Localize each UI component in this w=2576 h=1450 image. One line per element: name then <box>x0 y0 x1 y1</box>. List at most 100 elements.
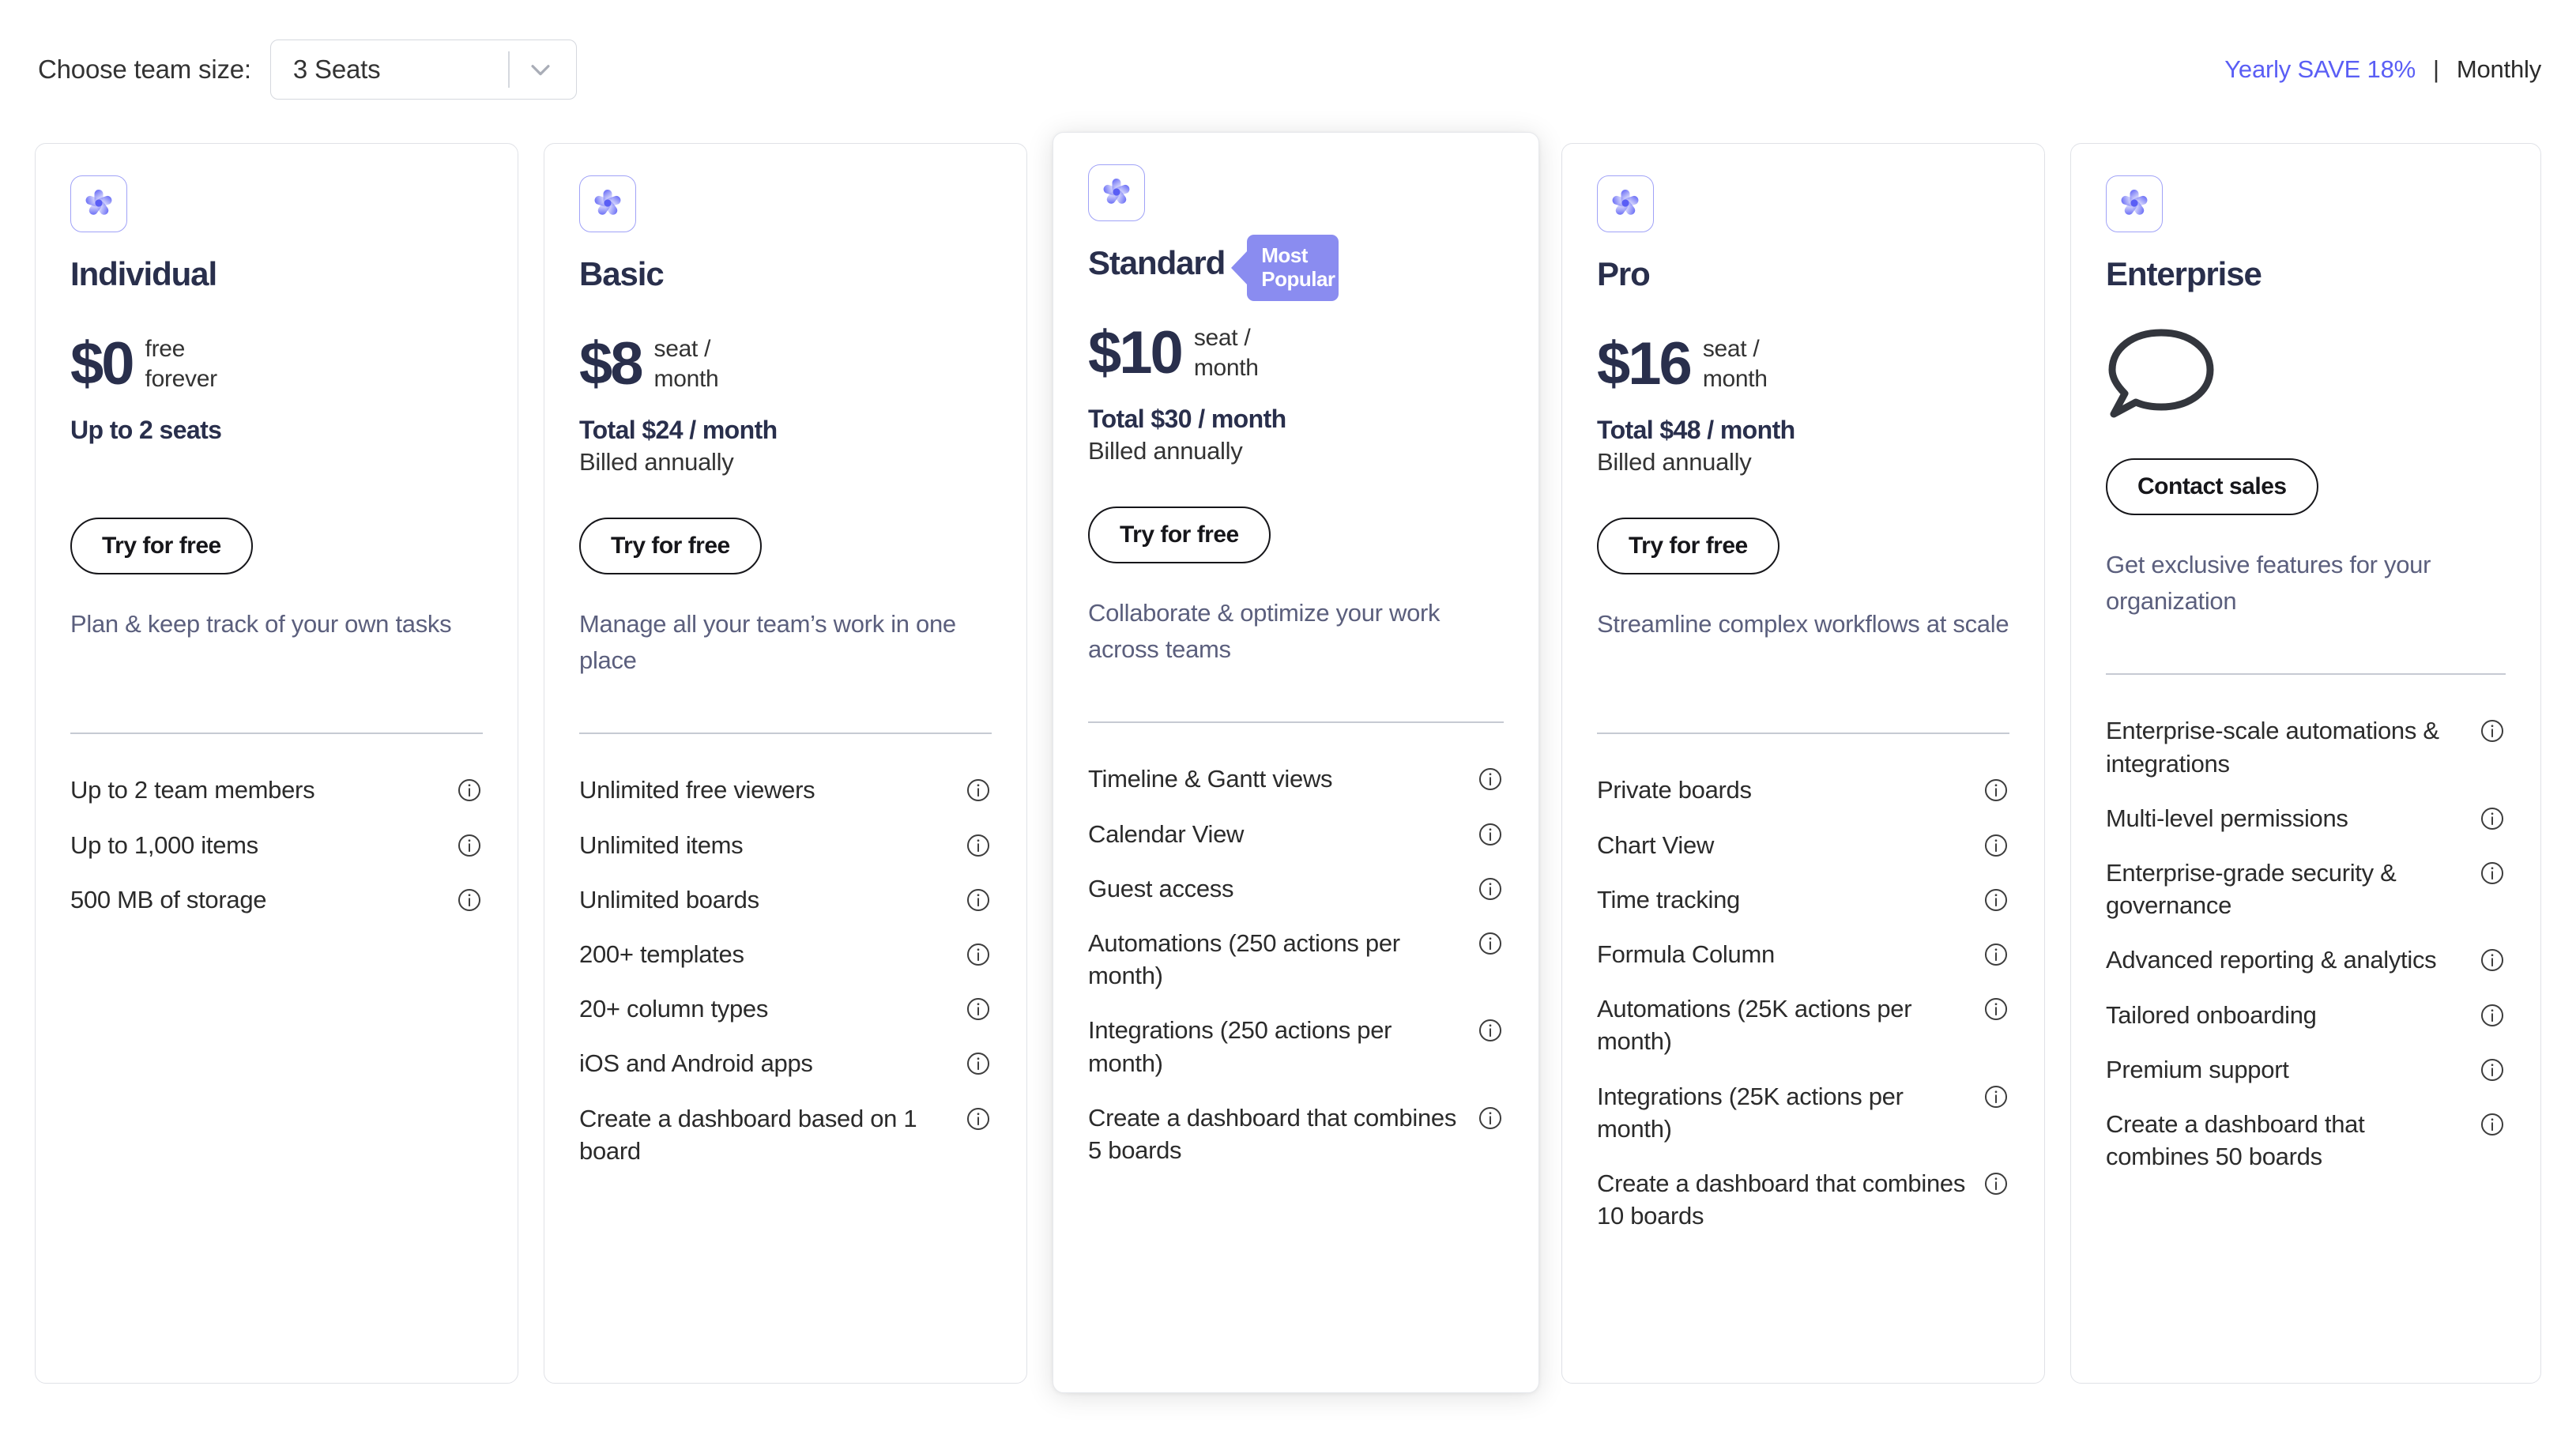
card-spacer <box>579 1178 992 1383</box>
info-icon[interactable] <box>965 996 992 1023</box>
contact-sales-button[interactable]: Contact sales <box>2106 458 2318 515</box>
card-divider <box>70 733 483 735</box>
info-icon[interactable] <box>1477 1017 1504 1044</box>
list-item: Advanced reporting & analytics <box>2106 932 2506 987</box>
plan-price: $8 <box>579 330 644 397</box>
list-item: Timeline & Gantt views <box>1088 751 1504 806</box>
pricing-card-pro[interactable]: Pro $16 seat / month Total $48 / month B… <box>1561 143 2045 1384</box>
team-size-label: Choose team size: <box>38 54 251 84</box>
try-for-free-button[interactable]: Try for free <box>579 518 762 574</box>
info-icon[interactable] <box>965 1050 992 1077</box>
info-icon[interactable] <box>456 777 483 804</box>
list-item: Tailored onboarding <box>2106 988 2506 1042</box>
chevron-down-icon[interactable] <box>527 56 554 83</box>
info-icon[interactable] <box>2479 860 2506 887</box>
feature-list: Up to 2 team members Up to 1,000 items 5… <box>70 763 483 927</box>
speech-bubble-icon <box>2106 324 2506 419</box>
card-spacer <box>1088 1177 1504 1392</box>
card-divider <box>1597 733 2009 735</box>
try-for-free-button[interactable]: Try for free <box>1597 518 1779 574</box>
info-icon[interactable] <box>2479 947 2506 974</box>
plan-name: Basic <box>579 255 665 292</box>
feature-label: Up to 1,000 items <box>70 830 258 859</box>
team-size-select[interactable]: 3 Seats <box>269 39 577 100</box>
plan-price: $10 <box>1088 319 1184 386</box>
plan-price-unit: free forever <box>145 336 218 392</box>
feature-label: Up to 2 team members <box>70 776 315 804</box>
info-icon[interactable] <box>1477 1105 1504 1132</box>
try-for-free-button[interactable]: Try for free <box>70 518 253 574</box>
feature-label: Create a dashboard based on 1 board <box>579 1104 917 1165</box>
plan-price-row: $10 seat / month <box>1088 319 1504 387</box>
feature-label: Create a dashboard that combines 10 boar… <box>1597 1169 1966 1230</box>
list-item: Enterprise-grade security & governance <box>2106 846 2506 932</box>
list-item: Multi-level permissions <box>2106 791 2506 846</box>
feature-label: Premium support <box>2106 1055 2289 1083</box>
feature-label: Unlimited free viewers <box>579 776 815 804</box>
info-icon[interactable] <box>965 941 992 968</box>
feature-label: Unlimited items <box>579 830 744 859</box>
info-icon[interactable] <box>2479 805 2506 832</box>
info-icon[interactable] <box>965 887 992 913</box>
info-icon[interactable] <box>1477 930 1504 957</box>
info-icon[interactable] <box>1983 996 2009 1023</box>
pricing-card-basic[interactable]: Basic $8 seat / month Total $24 / month … <box>544 143 1027 1384</box>
info-icon[interactable] <box>1983 832 2009 859</box>
billing-yearly-link[interactable]: Yearly SAVE 18% <box>2224 55 2416 84</box>
info-icon[interactable] <box>1983 1170 2009 1197</box>
plan-total: Total $30 / month <box>1088 405 1286 433</box>
info-icon[interactable] <box>456 832 483 859</box>
list-item: Create a dashboard that combines 50 boar… <box>2106 1097 2506 1184</box>
list-item: Unlimited items <box>579 818 992 872</box>
plan-price-row: $16 seat / month <box>1597 330 2009 398</box>
pricing-card-standard[interactable]: Standard Most Popular $10 seat / month T… <box>1053 132 1539 1393</box>
feature-label: Timeline & Gantt views <box>1088 765 1333 793</box>
list-item: Unlimited free viewers <box>579 763 992 817</box>
pricing-card-individual[interactable]: Individual $0 free forever Up to 2 seats… <box>35 143 518 1384</box>
plan-price-row: $0 free forever <box>70 330 483 398</box>
feature-label: iOS and Android apps <box>579 1049 813 1078</box>
try-for-free-button[interactable]: Try for free <box>1088 507 1271 563</box>
plan-tagline: Get exclusive features for your organiza… <box>2106 551 2431 615</box>
info-icon[interactable] <box>1983 941 2009 968</box>
feature-label: Integrations (25K actions per month) <box>1597 1082 1904 1143</box>
feature-label: Create a dashboard that combines 5 board… <box>1088 1103 1457 1165</box>
list-item: Integrations (25K actions per month) <box>1597 1069 2009 1156</box>
info-icon[interactable] <box>965 777 992 804</box>
info-icon[interactable] <box>2479 717 2506 744</box>
feature-list: Enterprise-scale automations & integrati… <box>2106 703 2506 1184</box>
feature-label: Advanced reporting & analytics <box>2106 946 2437 974</box>
info-icon[interactable] <box>1983 1083 2009 1110</box>
info-icon[interactable] <box>1477 821 1504 848</box>
list-item: Private boards <box>1597 763 2009 817</box>
card-divider <box>579 733 992 735</box>
card-divider <box>1088 721 1504 724</box>
list-item: Up to 2 team members <box>70 763 483 817</box>
plan-price: $0 <box>70 330 135 397</box>
plan-header: Basic <box>579 253 992 296</box>
list-item: Automations (25K actions per month) <box>1597 981 2009 1068</box>
info-icon[interactable] <box>456 887 483 913</box>
info-icon[interactable] <box>2479 1111 2506 1138</box>
info-icon[interactable] <box>1983 777 2009 804</box>
pricing-toolbar: Choose team size: 3 Seats Yearly SAVE 18… <box>0 0 2576 138</box>
monday-logo-icon <box>70 175 127 232</box>
info-icon[interactable] <box>965 1105 992 1132</box>
info-icon[interactable] <box>1477 876 1504 902</box>
billing-monthly-link[interactable]: Monthly <box>2457 55 2541 84</box>
info-icon[interactable] <box>2479 1002 2506 1029</box>
feature-label: Enterprise-scale automations & integrati… <box>2106 717 2439 778</box>
info-icon[interactable] <box>2479 1056 2506 1083</box>
feature-label: Formula Column <box>1597 940 1775 969</box>
pricing-card-enterprise[interactable]: Enterprise Contact sales Get exclusive f… <box>2070 143 2541 1384</box>
info-icon[interactable] <box>1477 766 1504 793</box>
feature-label: Private boards <box>1597 776 1752 804</box>
list-item: Unlimited boards <box>579 872 992 927</box>
plan-header: Standard Most Popular <box>1088 235 1504 301</box>
pricing-cards: Individual $0 free forever Up to 2 seats… <box>0 132 2576 1450</box>
plan-tagline: Plan & keep track of your own tasks <box>70 610 452 638</box>
info-icon[interactable] <box>1983 887 2009 913</box>
list-item: Enterprise-scale automations & integrati… <box>2106 703 2506 790</box>
feature-label: Guest access <box>1088 874 1234 902</box>
info-icon[interactable] <box>965 832 992 859</box>
